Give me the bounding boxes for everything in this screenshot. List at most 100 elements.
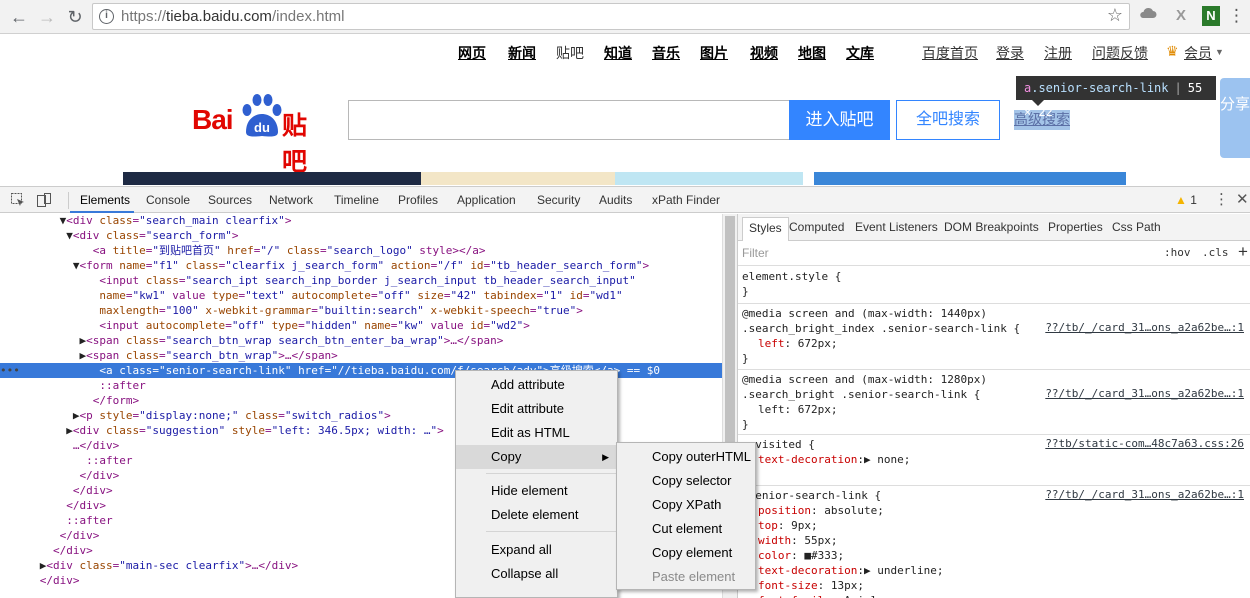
menu-item-delete-element[interactable]: Delete element — [456, 503, 617, 527]
user-link[interactable]: 百度首页 — [922, 43, 978, 63]
class-toggle[interactable]: .cls — [1202, 246, 1229, 259]
register-link[interactable]: 注册 — [1044, 43, 1072, 63]
element-node[interactable]: ▼<form name="f1" class="clearfix j_searc… — [0, 258, 722, 273]
enter-tieba-button[interactable]: 进入贴吧 — [789, 100, 890, 140]
element-node[interactable]: ▼<div class="search_main clearfix"> — [0, 214, 722, 228]
element-node[interactable]: <input autocomplete="off" type="hidden" … — [0, 318, 722, 333]
menu-item-copy-outerhtml[interactable]: Copy outerHTML — [617, 445, 755, 469]
bookmark-star-icon[interactable]: ☆ — [1107, 5, 1123, 26]
style-source-link[interactable]: ??tb/static-com…48c7a63.css:26 — [1045, 437, 1244, 450]
browser-menu-icon[interactable]: ⋮ — [1228, 6, 1245, 26]
tab-properties[interactable]: Properties — [1048, 220, 1103, 234]
nav-link[interactable]: 视频 — [750, 43, 778, 63]
device-mode-icon[interactable] — [36, 192, 52, 208]
tab-profiles[interactable]: Profiles — [398, 193, 438, 207]
tab-dom-breakpoints[interactable]: DOM Breakpoints — [944, 220, 1039, 234]
element-node[interactable]: name="kw1" value type="text" autocomplet… — [0, 288, 722, 303]
style-rule-end: } — [742, 418, 749, 431]
element-node[interactable]: ▶<span class="search_btn_wrap">…</span> — [0, 348, 722, 363]
reload-icon[interactable]: ↻ — [64, 6, 86, 28]
style-property[interactable]: position: absolute; — [758, 503, 1250, 518]
menu-item-edit-as-html[interactable]: Edit as HTML — [456, 421, 617, 445]
tab-xpath-finder[interactable]: xPath Finder — [652, 193, 720, 207]
extension-n-icon[interactable]: N — [1202, 6, 1220, 26]
tab-security[interactable]: Security — [537, 193, 580, 207]
media-query: @media screen and (max-width: 1440px) — [742, 307, 988, 320]
info-icon[interactable]: i — [99, 9, 114, 24]
style-property[interactable]: color: ■#333; — [758, 548, 1250, 563]
close-icon[interactable]: ✕ — [1236, 190, 1249, 208]
nav-link[interactable]: 新闻 — [508, 43, 536, 63]
tab-computed[interactable]: Computed — [789, 220, 844, 234]
style-property[interactable]: text-decoration:▶ underline; — [758, 563, 1250, 578]
tab-event-listeners[interactable]: Event Listeners — [855, 220, 938, 234]
nav-link[interactable]: 知道 — [604, 43, 632, 63]
tab-timeline[interactable]: Timeline — [334, 193, 379, 207]
tab-styles[interactable]: Styles — [742, 217, 789, 241]
nav-link[interactable]: 地图 — [798, 43, 826, 63]
tab-sources[interactable]: Sources — [208, 193, 252, 207]
element-node[interactable]: maxlength="100" x-webkit-grammar="builti… — [0, 303, 722, 318]
banner-image — [421, 172, 615, 185]
search-input[interactable] — [348, 100, 789, 140]
styles-filter[interactable]: Filter :hov .cls + — [738, 242, 1250, 266]
extension-x-icon[interactable]: X — [1172, 6, 1190, 26]
element-node[interactable]: ▼<div class="search_form"> — [0, 228, 722, 243]
tab-application[interactable]: Application — [457, 193, 516, 207]
nav-link-current[interactable]: 贴吧 — [556, 43, 584, 63]
share-button[interactable]: 分享 — [1220, 78, 1250, 158]
overridden-property[interactable]: left: 672px; — [758, 402, 1250, 417]
nav-link[interactable]: 音乐 — [652, 43, 680, 63]
address-bar[interactable]: i https://tieba.baidu.com/index.html ☆ — [92, 3, 1130, 30]
style-source-link[interactable]: ??/tb/_/card_31…ons_a2a62be…:1 — [1045, 321, 1244, 334]
tooltip-arrow — [1032, 100, 1044, 106]
nav-link[interactable]: 文库 — [846, 43, 874, 63]
devtools-menu-icon[interactable]: ⋮ — [1214, 190, 1229, 208]
menu-item-copy-selector[interactable]: Copy selector — [617, 469, 755, 493]
nav-link[interactable]: 网页 — [458, 43, 486, 63]
add-rule-icon[interactable]: + — [1238, 242, 1248, 262]
tab-audits[interactable]: Audits — [599, 193, 632, 207]
feedback-link[interactable]: 问题反馈 — [1092, 43, 1148, 63]
warning-counter[interactable]: ▲ 1 — [1175, 193, 1197, 207]
nav-link[interactable]: 图片 — [700, 43, 728, 63]
search-all-button[interactable]: 全吧搜索 — [896, 100, 1000, 140]
filter-input[interactable]: Filter — [742, 246, 769, 260]
tab-network[interactable]: Network — [269, 193, 313, 207]
menu-item-cut-element[interactable]: Cut element — [617, 517, 755, 541]
menu-item-copy-element[interactable]: Copy element — [617, 541, 755, 565]
menu-item-hide-element[interactable]: Hide element — [456, 479, 617, 503]
menu-item-edit-attribute[interactable]: Edit attribute — [456, 397, 617, 421]
style-property[interactable]: text-decoration:▶ none; — [758, 452, 1250, 467]
forward-arrow-icon[interactable]: → — [36, 6, 58, 28]
element-node[interactable]: <input class="search_ipt search_inp_bord… — [0, 273, 722, 288]
tab-elements[interactable]: Elements — [80, 193, 130, 207]
style-source-link[interactable]: ??/tb/_/card_31…ons_a2a62be…:1 — [1045, 387, 1244, 400]
style-property[interactable]: left: 672px; — [758, 336, 1250, 351]
tab-console[interactable]: Console — [146, 193, 190, 207]
url-text[interactable]: https://tieba.baidu.com/index.html — [121, 8, 344, 25]
style-rule-end: } — [742, 352, 749, 365]
style-property[interactable]: font-family: Arial; — [758, 593, 1250, 598]
crown-icon: ♛ — [1166, 43, 1179, 59]
menu-item-copy-xpath[interactable]: Copy XPath — [617, 493, 755, 517]
extension-cloud-icon[interactable] — [1138, 6, 1158, 26]
style-property[interactable]: width: 55px; — [758, 533, 1250, 548]
hover-state-toggle[interactable]: :hov — [1164, 246, 1191, 259]
element-node[interactable]: <a title="到贴吧首页" href="/" class="search_… — [0, 243, 722, 258]
banner-image — [615, 172, 803, 185]
style-property[interactable]: font-size: 13px; — [758, 578, 1250, 593]
element-node[interactable]: ▶<span class="search_btn_wrap search_btn… — [0, 333, 722, 348]
menu-item-add-attribute[interactable]: Add attribute — [456, 373, 617, 397]
style-property[interactable]: top: 9px; — [758, 518, 1250, 533]
menu-item-expand-all[interactable]: Expand all — [456, 538, 617, 562]
login-link[interactable]: 登录 — [996, 43, 1024, 63]
tab-css-path[interactable]: Css Path — [1112, 220, 1161, 234]
back-arrow-icon[interactable]: ← — [8, 6, 30, 28]
style-source-link[interactable]: ??/tb/_/card_31…ons_a2a62be…:1 — [1045, 488, 1244, 501]
paw-icon: du — [242, 94, 282, 137]
menu-item-copy[interactable]: Copy ▶ — [456, 445, 617, 469]
menu-item-collapse-all[interactable]: Collapse all — [456, 562, 617, 586]
inspect-cursor-icon[interactable] — [10, 192, 26, 208]
member-link[interactable]: 会员 — [1184, 43, 1212, 63]
